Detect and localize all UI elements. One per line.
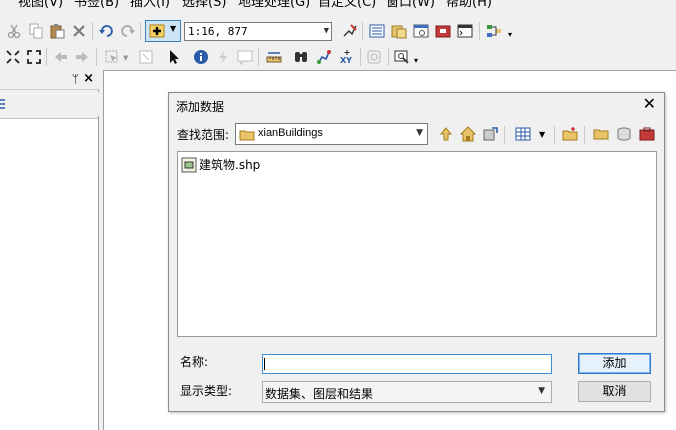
menu-bar: 视图(V) 书签(B) 插入(I) 选择(S) 地理处理(G) 自定义(C) 窗…	[0, 0, 676, 12]
look-in-value: xianBuildings	[258, 127, 323, 139]
menu-help[interactable]: 帮助(H)	[446, 0, 492, 12]
delete-icon[interactable]	[71, 23, 87, 39]
look-in-label: 查找范围:	[177, 128, 230, 142]
new-geodatabase-icon[interactable]	[616, 126, 632, 142]
select-elements-icon[interactable]	[166, 49, 182, 65]
show-of-type-value: 数据集、图层和结果	[265, 387, 374, 401]
table-of-contents-panel: ᛘ ×	[0, 70, 99, 430]
catalog-window-icon[interactable]	[391, 23, 407, 39]
model-builder-icon[interactable]	[486, 23, 502, 39]
select-features-icon[interactable]	[104, 49, 120, 65]
folder-icon	[239, 127, 255, 143]
viewer-window-icon[interactable]	[394, 49, 410, 65]
tools-toolbar: ▼ XY ▾	[0, 44, 676, 70]
paste-icon[interactable]	[49, 23, 65, 39]
file-list[interactable]: 建筑物.shp	[177, 151, 657, 337]
shapefile-polygon-icon	[181, 157, 197, 173]
view-list-icon[interactable]	[515, 126, 531, 142]
add-data-icon	[149, 23, 165, 39]
fixed-zoom-out-icon[interactable]	[26, 49, 42, 65]
menu-selection[interactable]: 选择(S)	[182, 0, 226, 12]
measure-icon[interactable]	[266, 49, 282, 65]
search-window-icon[interactable]	[413, 23, 429, 39]
menu-customize[interactable]: 自定义(C)	[318, 0, 376, 12]
chevron-down-icon: ▼	[323, 26, 329, 36]
fixed-zoom-in-icon[interactable]	[5, 49, 21, 65]
forward-extent-icon[interactable]	[74, 49, 90, 65]
panel-toolbar	[0, 92, 99, 116]
cut-icon[interactable]	[6, 23, 22, 39]
up-one-level-icon[interactable]	[438, 126, 454, 142]
toolbox-icon[interactable]	[639, 126, 655, 142]
menu-windows[interactable]: 窗口(W)	[386, 0, 435, 12]
pin-icon[interactable]: ᛘ	[72, 72, 79, 86]
hyperlink-icon[interactable]	[215, 49, 231, 65]
go-to-xy-icon[interactable]: XY	[339, 49, 355, 65]
toolbar-overflow-icon[interactable]: ▾	[414, 56, 418, 65]
show-of-type-combo[interactable]: 数据集、图层和结果 ▼	[262, 381, 552, 403]
toolbar-overflow-icon[interactable]: ▾	[508, 30, 512, 39]
menu-geoprocessing[interactable]: 地理处理(G)	[238, 0, 310, 12]
clear-selection-icon[interactable]	[138, 49, 154, 65]
find-icon[interactable]	[293, 49, 309, 65]
map-scale-combo[interactable]: 1:16, 877 ▼	[184, 22, 332, 41]
chevron-down-icon: ▼	[170, 24, 177, 33]
arctoolbox-icon[interactable]	[435, 23, 451, 39]
text-caret	[264, 358, 265, 370]
list-by-drawing-order-icon[interactable]	[0, 96, 16, 112]
connect-folder-icon[interactable]	[562, 126, 578, 142]
cancel-button[interactable]: 取消	[578, 381, 651, 402]
chevron-down-icon: ▼	[538, 386, 545, 396]
close-icon[interactable]: ×	[83, 71, 94, 86]
new-folder-icon[interactable]	[593, 126, 609, 142]
menu-bookmarks[interactable]: 书签(B)	[74, 0, 119, 12]
name-label: 名称:	[180, 355, 209, 369]
add-data-button[interactable]: ▼	[145, 20, 181, 42]
undo-icon[interactable]	[98, 23, 114, 39]
panel-header: ᛘ ×	[0, 70, 99, 90]
chevron-down-icon[interactable]: ▼	[123, 54, 128, 62]
show-of-type-label: 显示类型:	[180, 384, 233, 398]
close-icon[interactable]: ✕	[643, 95, 656, 113]
redo-icon[interactable]	[120, 23, 136, 39]
menu-view[interactable]: 视图(V)	[18, 0, 63, 12]
python-window-icon[interactable]	[457, 23, 473, 39]
connect-to-folder-icon[interactable]	[482, 126, 498, 142]
look-in-combo[interactable]: xianBuildings ▼	[235, 123, 428, 145]
map-scale-value: 1:16, 877	[188, 25, 248, 38]
editor-toolbar-icon[interactable]	[342, 23, 358, 39]
panel-content	[0, 118, 98, 430]
menu-insert[interactable]: 插入(I)	[130, 0, 170, 12]
chevron-down-icon[interactable]: ▼	[539, 130, 545, 139]
copy-icon[interactable]	[28, 23, 44, 39]
add-data-dialog: 添加数据 ✕ 查找范围: xianBuildings ▼ ▼ 建筑物.shp 名…	[168, 92, 665, 412]
name-input[interactable]	[262, 354, 552, 374]
home-folder-icon[interactable]	[460, 126, 476, 142]
dialog-title: 添加数据	[176, 100, 225, 114]
html-popup-icon[interactable]	[237, 49, 253, 65]
find-route-icon[interactable]	[316, 49, 332, 65]
back-extent-icon[interactable]	[53, 49, 69, 65]
standard-toolbar: ▼ 1:16, 877 ▼ ▾	[0, 18, 676, 44]
svg-text:XY: XY	[340, 56, 352, 65]
file-name: 建筑物.shp	[199, 158, 261, 172]
time-slider-icon[interactable]	[366, 49, 382, 65]
identify-icon[interactable]	[193, 49, 209, 65]
chevron-down-icon: ▼	[416, 128, 423, 138]
table-of-contents-icon[interactable]	[369, 23, 385, 39]
add-button[interactable]: 添加	[578, 353, 651, 374]
